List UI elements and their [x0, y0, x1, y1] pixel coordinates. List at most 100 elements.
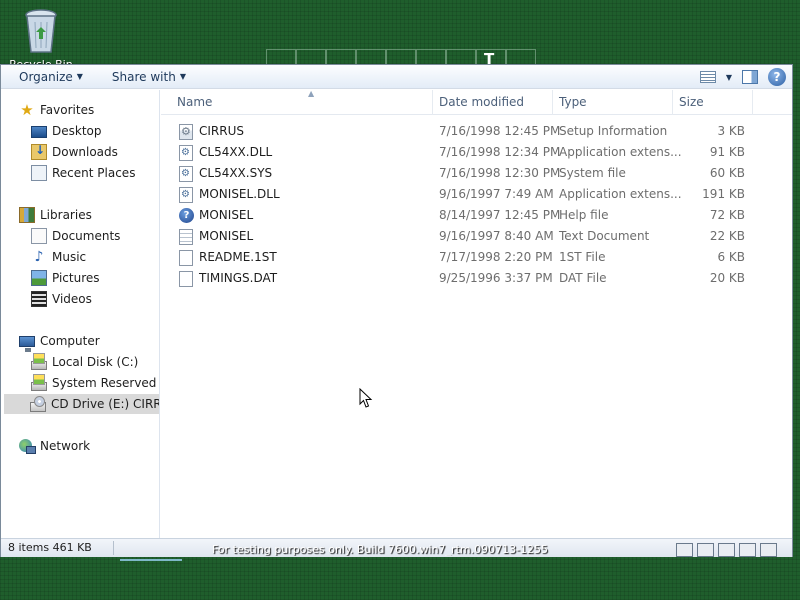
nav-cd-drive[interactable]: CD Drive (E:) CIRRUS: [4, 394, 159, 414]
nav-label: System Reserved (D:: [52, 376, 159, 390]
nav-downloads[interactable]: Downloads: [31, 142, 118, 162]
libraries-icon: [19, 207, 35, 223]
videos-icon: [31, 291, 47, 307]
file-type: Application extens...: [559, 145, 682, 159]
file-type: System file: [559, 166, 626, 180]
file-list[interactable]: Name ▲ Date modified Type Size CIRRUS 7/…: [161, 89, 792, 538]
view-switcher: [676, 543, 777, 557]
file-size: 191 KB: [702, 187, 745, 201]
file-name: MONISEL: [199, 208, 254, 222]
documents-icon: [31, 228, 47, 244]
nav-recent-places[interactable]: Recent Places: [31, 163, 135, 183]
column-header-type[interactable]: Type: [553, 90, 673, 115]
help-file-icon: ?: [179, 208, 194, 223]
nav-label: CD Drive (E:) CIRRUS: [51, 397, 159, 411]
file-date: 7/16/1998 12:45 PM: [439, 124, 561, 138]
file-date: 7/16/1998 12:30 PM: [439, 166, 561, 180]
nav-label: Videos: [52, 292, 92, 306]
nav-label: Local Disk (C:): [52, 355, 139, 369]
file-size: 3 KB: [717, 124, 745, 138]
file-type: Setup Information: [559, 124, 668, 138]
music-icon: ♪: [34, 249, 44, 265]
file-name: TIMINGS.DAT: [199, 271, 278, 285]
file-row[interactable]: TIMINGS.DAT 9/25/1996 3:37 PM DAT File 2…: [161, 268, 792, 289]
column-header-date[interactable]: Date modified: [433, 90, 553, 115]
taskbar-button-highlight[interactable]: [120, 559, 182, 561]
nav-favorites[interactable]: ★ Favorites: [19, 100, 94, 120]
share-with-button[interactable]: Share with ▼: [92, 65, 195, 88]
file-name: README.1ST: [199, 250, 277, 264]
window-thumbnail-button[interactable]: [739, 543, 756, 557]
file-row[interactable]: README.1ST 7/17/1998 2:20 PM 1ST File 6 …: [161, 247, 792, 268]
nav-libraries[interactable]: Libraries: [19, 205, 92, 225]
organize-label: Organize: [19, 69, 73, 84]
nav-label: Pictures: [52, 271, 100, 285]
recent-places-icon: [31, 165, 47, 181]
file-name: CL54XX.DLL: [199, 145, 273, 159]
file-name: MONISEL: [199, 229, 254, 243]
nav-label: Computer: [40, 334, 100, 348]
generic-file-icon: [179, 250, 193, 266]
file-size: 72 KB: [709, 208, 745, 222]
preview-pane-button[interactable]: [742, 70, 758, 84]
nav-label: Desktop: [52, 124, 102, 138]
nav-videos[interactable]: Videos: [31, 289, 92, 309]
file-date: 9/16/1997 8:40 AM: [439, 229, 554, 243]
pictures-icon: [31, 270, 47, 286]
file-date: 9/16/1997 7:49 AM: [439, 187, 554, 201]
details-view-button[interactable]: [676, 543, 693, 557]
nav-label: Favorites: [40, 103, 95, 117]
setup-file-icon: [179, 124, 193, 140]
dll-file-icon: [179, 145, 193, 161]
tiles-view-button[interactable]: [697, 543, 714, 557]
nav-label: Downloads: [52, 145, 118, 159]
help-button[interactable]: ?: [768, 68, 786, 86]
file-size: 60 KB: [709, 166, 745, 180]
file-name: CIRRUS: [199, 124, 244, 138]
nav-label: Network: [40, 439, 91, 453]
chevron-down-icon: ▼: [179, 72, 186, 81]
organize-button[interactable]: Organize ▼: [1, 65, 92, 88]
file-type: DAT File: [559, 271, 607, 285]
nav-desktop[interactable]: Desktop: [31, 121, 102, 141]
sort-ascending-icon: ▲: [308, 89, 315, 98]
cd-drive-icon: [30, 396, 46, 412]
file-row[interactable]: MONISEL 9/16/1997 8:40 AM Text Document …: [161, 226, 792, 247]
nav-local-disk[interactable]: Local Disk (C:): [31, 352, 138, 372]
nav-documents[interactable]: Documents: [31, 226, 120, 246]
share-with-label: Share with: [111, 69, 176, 84]
hard-drive-icon: [31, 374, 47, 391]
file-type: Application extens...: [559, 187, 682, 201]
details-view-icon: [699, 71, 716, 83]
column-header-size[interactable]: Size: [673, 90, 753, 115]
nav-label: Documents: [52, 229, 121, 243]
column-header-name[interactable]: Name ▲: [171, 89, 433, 115]
dll-file-icon: [179, 187, 193, 203]
window-thumbnail-button[interactable]: [718, 543, 735, 557]
file-date: 9/25/1996 3:37 PM: [439, 271, 553, 285]
nav-music[interactable]: ♪ Music: [31, 247, 87, 267]
file-row[interactable]: ? MONISEL 8/14/1997 12:45 PM Help file 7…: [161, 205, 792, 226]
recycle-bin-icon: [25, 9, 57, 53]
chevron-down-icon: ▼: [725, 72, 732, 82]
file-row[interactable]: CL54XX.SYS 7/16/1998 12:30 PM System fil…: [161, 163, 792, 184]
command-bar: Organize ▼ Share with ▼ ▼ ?: [1, 65, 792, 89]
downloads-icon: [31, 143, 47, 160]
file-row[interactable]: MONISEL.DLL 9/16/1997 7:49 AM Applicatio…: [161, 184, 792, 205]
file-date: 7/17/1998 2:20 PM: [439, 250, 553, 264]
nav-system-reserved[interactable]: System Reserved (D:: [31, 373, 159, 393]
file-size: 91 KB: [709, 145, 745, 159]
column-label: Type: [559, 95, 587, 109]
nav-pictures[interactable]: Pictures: [31, 268, 100, 288]
taskbar: For testing purposes only. Build 7600.wi…: [0, 540, 800, 564]
nav-network[interactable]: Network: [19, 436, 90, 456]
window-thumbnail-button[interactable]: [760, 543, 777, 557]
file-row[interactable]: CL54XX.DLL 7/16/1998 12:34 PM Applicatio…: [161, 142, 792, 163]
change-view-button[interactable]: ▼: [699, 71, 732, 83]
star-icon: ★: [20, 101, 34, 119]
file-row[interactable]: CIRRUS 7/16/1998 12:45 PM Setup Informat…: [161, 121, 792, 142]
system-file-icon: [179, 166, 193, 182]
navigation-pane[interactable]: ★ Favorites Desktop Downloads Recent Pla…: [1, 90, 160, 538]
nav-computer[interactable]: Computer: [19, 331, 100, 352]
file-size: 22 KB: [709, 229, 745, 243]
